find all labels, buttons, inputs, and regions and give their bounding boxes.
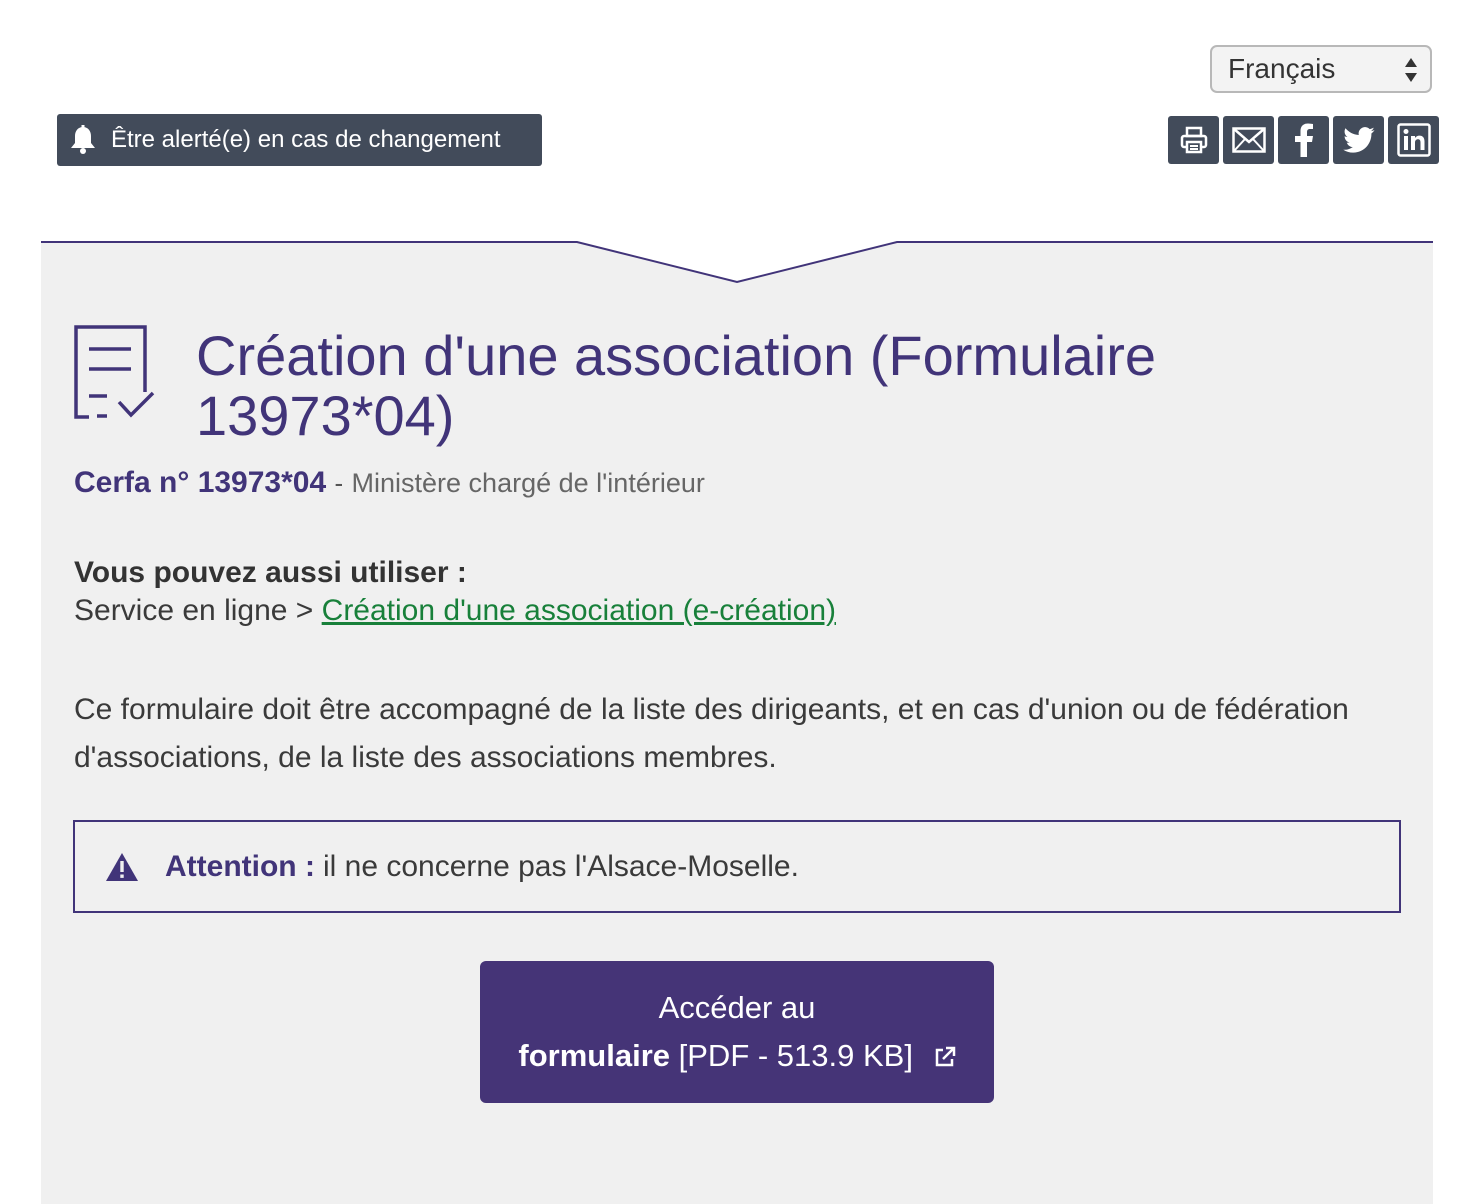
also-use-prefix: Service en ligne > (74, 594, 314, 627)
external-link-icon (935, 1046, 955, 1067)
warning-icon (106, 852, 138, 881)
language-select[interactable]: Français (1210, 45, 1432, 93)
warning-box: Attention : il ne concerne pas l'Alsace-… (73, 820, 1401, 913)
linkedin-share-button[interactable] (1388, 116, 1439, 164)
twitter-icon (1342, 127, 1374, 153)
bell-icon (71, 125, 95, 154)
alert-subscribe-label: Être alerté(e) en cas de changement (111, 126, 501, 153)
cerfa-info: Cerfa n° 13973*04 - Ministère chargé de … (74, 466, 705, 500)
linkedin-icon (1396, 123, 1431, 157)
form-card: Création d'une association (Formulaire 1… (41, 240, 1433, 1204)
cta-file-meta: [PDF - 513.9 KB] (678, 1038, 913, 1073)
also-use-line: Service en ligne > Création d'une associ… (74, 594, 836, 628)
alert-subscribe-button[interactable]: Être alerté(e) en cas de changement (57, 114, 542, 166)
card-top-border (41, 240, 1433, 284)
cerfa-number: Cerfa n° 13973*04 (74, 466, 327, 499)
facebook-share-button[interactable] (1278, 116, 1329, 164)
email-share-button[interactable] (1223, 116, 1274, 164)
form-description: Ce formulaire doit être accompagné de la… (74, 693, 1349, 774)
email-icon (1231, 127, 1266, 153)
cta-line-1: Accéder au (658, 990, 816, 1025)
language-select-value: Français (1228, 53, 1336, 84)
share-toolbar (1168, 116, 1439, 164)
cerfa-separator: - (334, 468, 344, 498)
select-arrows-icon (1405, 58, 1417, 82)
also-use-heading: Vous pouvez aussi utiliser : (74, 556, 467, 589)
ministry-name: Ministère chargé de l'intérieur (351, 468, 705, 498)
facebook-icon (1294, 123, 1313, 157)
online-service-link[interactable]: Création d'une association (e-création) (322, 594, 836, 627)
twitter-share-button[interactable] (1333, 116, 1384, 164)
cta-bold-text: formulaire (518, 1038, 671, 1073)
page-title: Création d'une association (Formulaire 1… (196, 324, 1157, 447)
print-button[interactable] (1168, 116, 1219, 164)
warning-label: Attention : (165, 849, 315, 883)
cta-line-2: formulaire [PDF - 513.9 KB] (518, 1032, 955, 1080)
warning-text: il ne concerne pas l'Alsace-Moselle. (322, 849, 799, 883)
print-icon (1180, 126, 1207, 154)
access-form-button[interactable]: Accéder au formulaire [PDF - 513.9 KB] (480, 961, 994, 1103)
form-document-icon (74, 325, 155, 419)
